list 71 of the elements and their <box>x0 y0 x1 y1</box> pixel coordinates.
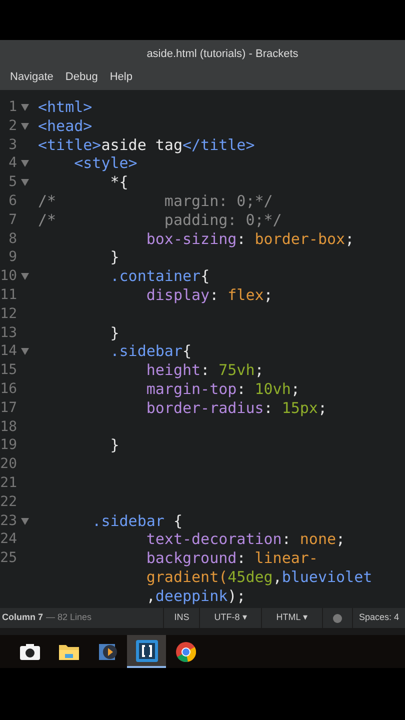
line-number: 20 <box>0 455 17 474</box>
line-number: 23 <box>0 512 17 530</box>
code-line: <head> <box>38 116 92 136</box>
line-number: 2 <box>8 116 17 136</box>
line-number: 24 <box>0 530 17 550</box>
fold-arrow-icon[interactable] <box>21 348 29 356</box>
line-number: 7 <box>8 210 17 230</box>
line-number: 10 <box>0 267 17 286</box>
code-line: text-decoration: none; <box>145 530 346 550</box>
media-player-icon <box>98 642 118 662</box>
line-number: 13 <box>0 324 17 342</box>
line-count: — 82 Lines <box>45 611 93 624</box>
code-line: /* margin: 0;*/ <box>38 192 273 211</box>
line-number: 14 <box>0 342 17 362</box>
insert-mode[interactable]: INS <box>163 608 200 628</box>
line-number: 21 <box>0 474 17 493</box>
line-number: 22 <box>0 492 17 512</box>
fold-arrow-icon[interactable] <box>21 104 29 111</box>
fold-arrow-icon[interactable] <box>21 179 29 186</box>
line-number: 19 <box>0 436 17 456</box>
code-line: ,deeppink); <box>145 586 246 606</box>
line-number: 11 <box>0 286 17 305</box>
code-line: /* padding: 0;*/ <box>38 210 282 230</box>
folder-icon <box>58 644 78 660</box>
code-line: gradient(45deg,blueviolet <box>145 568 372 587</box>
code-line: height: 75vh; <box>145 361 264 380</box>
line-number: 3 <box>8 136 17 154</box>
brackets-app-icon <box>136 640 158 662</box>
line-number: 1 <box>8 98 17 117</box>
line-number: 4 <box>8 154 17 174</box>
taskbar-button[interactable] <box>127 635 166 668</box>
line-number: 8 <box>8 230 17 248</box>
code-line: margin-top: 10vh; <box>145 380 300 399</box>
code-line: } <box>109 248 120 268</box>
code-line: border-radius: 15px; <box>145 398 327 418</box>
code-line: *{ <box>109 173 128 192</box>
fold-arrow-icon[interactable] <box>21 122 29 130</box>
code-line: } <box>109 324 120 342</box>
line-number: 9 <box>8 248 17 268</box>
code-line: box-sizing: border-box; <box>145 230 354 248</box>
code-line: .container{ <box>109 267 210 286</box>
menu-item[interactable]: Navigate <box>10 68 54 85</box>
menu-item[interactable]: Help <box>110 68 132 85</box>
code-line: <style> <box>73 154 138 174</box>
line-number: 17 <box>0 398 17 418</box>
chrome-icon <box>176 642 196 662</box>
fold-arrow-icon[interactable] <box>21 160 29 168</box>
linter-status-icon[interactable] <box>332 614 342 622</box>
line-number: 12 <box>0 304 17 324</box>
line-number: 5 <box>8 173 17 192</box>
line-number: 25 <box>0 549 17 568</box>
code-line: .sidebar { <box>91 512 182 530</box>
code-line: .sidebar{ <box>109 342 192 362</box>
fold-arrow-icon[interactable] <box>21 518 29 525</box>
encoding-dropdown[interactable]: UTF-8 ▾ <box>199 608 262 628</box>
indent-setting[interactable]: Spaces: 4 <box>352 608 405 628</box>
line-number: 15 <box>0 361 17 380</box>
window-title: aside.html (tutorials) - Brackets <box>146 47 298 62</box>
code-line: } <box>109 436 120 456</box>
line-number: 16 <box>0 380 17 399</box>
language-dropdown[interactable]: HTML ▾ <box>261 608 322 628</box>
line-number: 18 <box>0 418 17 436</box>
menu-item[interactable]: Debug <box>65 68 98 85</box>
code-line: display: flex; <box>145 286 273 305</box>
camera-icon <box>20 644 40 660</box>
code-line: <html> <box>38 98 92 117</box>
line-number: 6 <box>8 192 17 211</box>
code-line: background: linear- <box>145 549 318 568</box>
fold-arrow-icon[interactable] <box>21 273 29 280</box>
cursor-position: Column 7 <box>1 611 44 624</box>
code-line: <title>aside tag</title> <box>38 136 255 154</box>
